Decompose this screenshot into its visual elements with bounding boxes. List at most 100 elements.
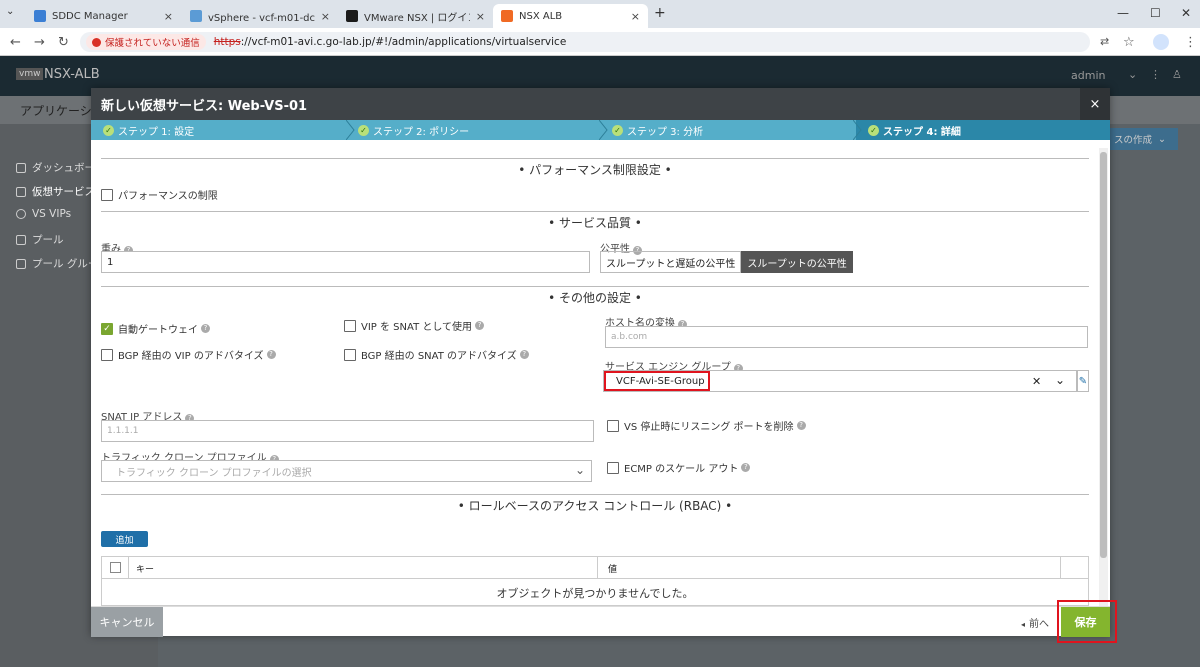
help-icon[interactable]: ? [475, 321, 485, 330]
check-icon: ✓ [103, 124, 114, 136]
new-tab-button[interactable]: + [654, 5, 666, 21]
step-separator [346, 120, 355, 140]
edit-se-group-button[interactable]: ✎ [1077, 370, 1089, 392]
nsx-favicon-icon [346, 10, 358, 22]
traffic-clone-select[interactable]: トラフィック クローン プロファイルの選択 ⌄ [101, 460, 592, 482]
modal-scrollbar[interactable] [1099, 148, 1108, 608]
checkbox-label: BGP 経由の VIP のアドバタイズ [118, 351, 264, 362]
user-name[interactable]: admin [1071, 69, 1105, 82]
tab-nsx-alb[interactable]: NSX ALB × [493, 4, 648, 28]
tab-list-icon[interactable]: ⌄ [6, 6, 14, 17]
user-menu-chevron-icon[interactable]: ⌄ [1128, 68, 1137, 81]
scrollbar-thumb[interactable] [1100, 152, 1107, 558]
sidebar-item-pools[interactable]: プール [16, 232, 64, 247]
close-tab-icon[interactable]: × [321, 10, 330, 23]
create-vs-button[interactable]: スの作成 ⌄ [1110, 128, 1178, 150]
user-icon[interactable]: ♙ [1172, 68, 1182, 81]
checkbox-box[interactable] [101, 188, 113, 201]
step-2[interactable]: ✓ ステップ 2: ポリシー [358, 120, 469, 140]
translate-icon[interactable]: ⇄ [1100, 35, 1109, 48]
modal-title: 新しい仮想サービス: Web-VS-01 [101, 98, 308, 114]
bgp-vip-checkbox[interactable]: BGP 経由の VIP のアドバタイズ? [101, 347, 276, 362]
sidebar-item-vs-vips[interactable]: VS VIPs [16, 208, 71, 220]
fairness-option-throughput[interactable]: スループットの公平性 [741, 251, 853, 273]
weight-input[interactable]: 1 [101, 251, 590, 273]
help-icon[interactable]: ? [201, 324, 210, 333]
tab-label: VMware NSX | ログイン [364, 12, 470, 24]
section-other: • その他の設定 • [101, 286, 1089, 306]
checkbox-label: パフォーマンスの制限 [118, 191, 218, 202]
section-performance: • パフォーマンス制限設定 • [101, 158, 1089, 178]
reload-icon[interactable]: ↻ [58, 35, 69, 50]
modal-body: • パフォーマンス制限設定 • パフォーマンスの制限 • サービス品質 • 重み… [91, 140, 1110, 606]
sidebar-item-virtual-services[interactable]: 仮想サービス [16, 184, 95, 199]
sidebar-item-pool-groups[interactable]: プール グルー [16, 256, 98, 271]
chevron-down-icon[interactable]: ⌄ [575, 463, 585, 477]
checkbox-box[interactable] [607, 419, 619, 432]
auto-gateway-checkbox[interactable]: ✓ 自動ゲートウェイ? [101, 321, 210, 336]
column-value: 値 [608, 565, 618, 575]
vip-as-snat-checkbox[interactable]: VIP を SNAT として使用? [344, 318, 485, 333]
cancel-button[interactable]: キャンセル [91, 607, 163, 637]
bgp-snat-checkbox[interactable]: BGP 経由の SNAT のアドバタイズ? [344, 347, 529, 362]
back-icon[interactable]: ← [10, 35, 21, 50]
add-button[interactable]: 追加 [101, 531, 148, 547]
warning-icon [92, 37, 101, 47]
clear-icon[interactable]: ✕ [1032, 375, 1041, 388]
close-tab-icon[interactable]: × [476, 10, 485, 23]
step-4[interactable]: ✓ ステップ 4: 詳細 [868, 120, 961, 140]
app-brand: NSX-ALB [44, 67, 100, 82]
url-field[interactable]: 保護されていない通信 https://vcf-m01-avi.c.go-lab.… [80, 32, 1090, 52]
tab-vsphere[interactable]: vSphere - vcf-m01-dc01 - サマリ × [182, 4, 338, 28]
step-1[interactable]: ✓ ステップ 1: 設定 [103, 120, 194, 140]
step-3[interactable]: ✓ ステップ 3: 分析 [612, 120, 703, 140]
virtual-service-icon [16, 186, 26, 197]
checkbox-box[interactable] [101, 348, 113, 361]
maximize-icon[interactable]: ☐ [1150, 6, 1161, 20]
forward-icon[interactable]: → [34, 35, 45, 50]
tab-label: vSphere - vcf-m01-dc01 - サマリ [208, 12, 315, 24]
step-separator [853, 120, 862, 140]
help-icon[interactable]: ? [519, 350, 529, 359]
app-menu-icon[interactable]: ⋮ [1150, 68, 1161, 81]
help-icon[interactable]: ? [266, 350, 276, 359]
close-window-icon[interactable]: ✕ [1181, 6, 1191, 20]
check-icon: ✓ [612, 124, 623, 136]
help-icon[interactable]: ? [741, 463, 751, 472]
se-group-select[interactable]: VCF-Avi-SE-Group ✕ ⌄ [603, 370, 1077, 392]
sidebar-item-dashboard[interactable]: ダッシュボー [16, 160, 95, 175]
snat-ip-input[interactable]: 1.1.1.1 [101, 420, 594, 442]
step-label: ステップ 1: 設定 [118, 126, 195, 138]
vs-stop-remove-port-checkbox[interactable]: VS 停止時にリスニング ポートを削除? [607, 418, 806, 433]
checkbox-label: BGP 経由の SNAT のアドバタイズ [361, 351, 517, 362]
se-group-value: VCF-Avi-SE-Group [616, 375, 705, 387]
close-tab-icon[interactable]: × [631, 10, 640, 23]
checkbox-box[interactable] [344, 348, 356, 361]
checkbox-box[interactable] [344, 319, 356, 332]
minimize-icon[interactable]: — [1117, 6, 1129, 20]
vsphere-favicon-icon [190, 10, 202, 22]
ecmp-scaleout-checkbox[interactable]: ECMP のスケール アウト? [607, 460, 751, 475]
save-button[interactable]: 保存 [1061, 607, 1110, 637]
close-modal-button[interactable]: × [1080, 88, 1110, 120]
table-header: キー 値 [102, 557, 1088, 579]
close-tab-icon[interactable]: × [164, 10, 173, 23]
not-secure-badge[interactable]: 保護されていない通信 [86, 34, 206, 50]
chevron-down-icon[interactable]: ⌄ [1055, 373, 1065, 387]
checkbox-checked[interactable]: ✓ [101, 322, 113, 335]
not-secure-label: 保護されていない通信 [105, 38, 200, 49]
checkbox-box[interactable] [607, 461, 619, 474]
help-icon[interactable]: ? [796, 421, 806, 430]
sidebar-label: ダッシュボー [32, 162, 95, 174]
bookmark-star-icon[interactable]: ☆ [1123, 35, 1135, 50]
tab-nsx-login[interactable]: VMware NSX | ログイン × [338, 4, 493, 28]
performance-limit-checkbox[interactable]: パフォーマンスの制限 [101, 187, 218, 202]
host-translation-input[interactable]: a.b.com [605, 326, 1088, 348]
fairness-option-latency[interactable]: スループットと遅延の公平性 [600, 251, 742, 273]
tab-sddc-manager[interactable]: SDDC Manager × [26, 4, 181, 28]
profile-icon[interactable] [1153, 34, 1169, 50]
select-all-checkbox[interactable] [110, 562, 121, 573]
browser-menu-icon[interactable]: ⋮ [1184, 35, 1197, 50]
previous-button[interactable]: ◂ 前へ [1021, 615, 1049, 630]
section-qos: • サービス品質 • [101, 211, 1089, 231]
